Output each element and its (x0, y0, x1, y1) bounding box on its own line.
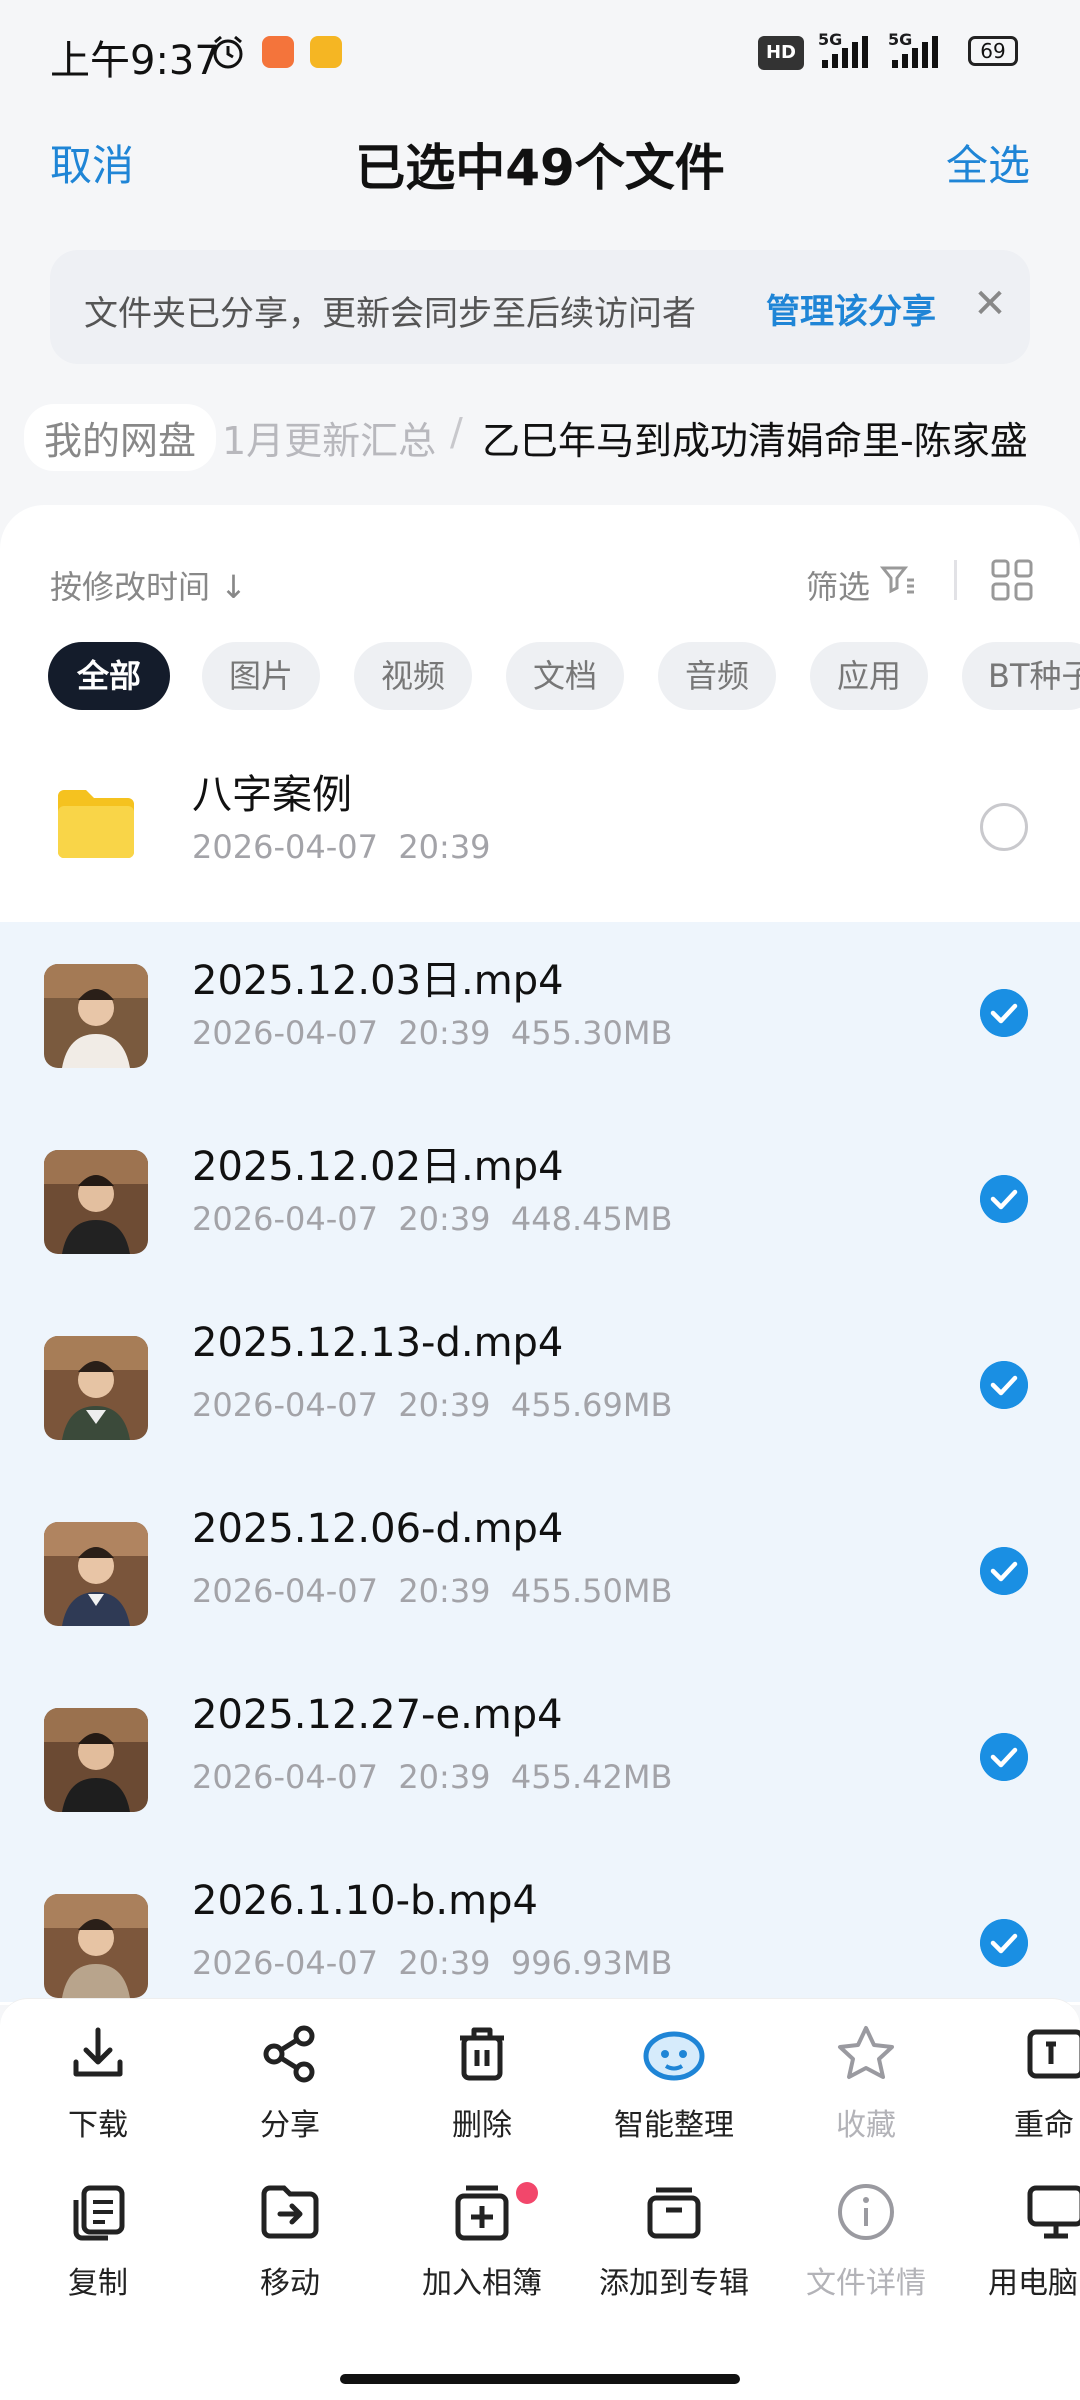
chip-all[interactable]: 全部 (48, 642, 170, 710)
add-album-icon (455, 2185, 509, 2241)
file-meta: 2026-04-07 20:39 455.50MB (192, 1572, 673, 1610)
grid-view-icon[interactable] (990, 558, 1034, 602)
select-all-button[interactable]: 全选 (946, 132, 1030, 193)
file-meta: 2026-04-07 20:39 455.69MB (192, 1386, 673, 1424)
video-thumbnail (44, 964, 148, 1068)
filter-button[interactable]: 筛选 (806, 562, 870, 608)
manage-share-link[interactable]: 管理该分享 (766, 284, 936, 333)
video-thumbnail (44, 1336, 148, 1440)
file-row[interactable]: 2025.12.27-e.mp4 2026-04-07 20:39 455.42… (0, 1666, 1080, 1852)
chip-documents[interactable]: 文档 (506, 642, 624, 710)
filter-icon[interactable] (880, 562, 916, 598)
share-notice-text: 文件夹已分享，更新会同步至后续访问者 (84, 294, 696, 334)
file-row[interactable]: 2025.12.03日.mp4 2026-04-07 20:39 455.30M… (0, 922, 1080, 1108)
file-details-button[interactable]: 文件详情 (786, 2180, 946, 2302)
share-button[interactable]: 分享 (210, 2022, 370, 2144)
share-icon (263, 2025, 315, 2083)
notification-dot (516, 2182, 538, 2204)
status-time: 上午9:37 (50, 38, 220, 84)
open-on-computer-button[interactable]: 用电脑 (978, 2180, 1080, 2302)
status-bar: 上午9:37 HD 5G 5G 69 (0, 0, 1080, 110)
move-button[interactable]: 移动 (210, 2180, 370, 2302)
file-name: 2025.12.06-d.mp4 (192, 1506, 564, 1552)
computer-icon (1027, 2185, 1080, 2239)
breadcrumb-item[interactable]: 1月更新汇总 (222, 410, 436, 465)
file-meta: 2026-04-07 20:39 455.30MB (192, 1014, 673, 1052)
checked-icon[interactable] (980, 989, 1028, 1037)
copy-button[interactable]: 复制 (18, 2180, 178, 2302)
file-name: 八字案例 (192, 772, 352, 818)
app-notification-icon (262, 36, 294, 68)
file-meta: 2026-04-07 20:39 996.93MB (192, 1944, 673, 1982)
video-thumbnail (44, 1522, 148, 1626)
signal-label: 5G (818, 30, 843, 49)
move-icon (261, 2185, 319, 2239)
add-collection-icon (647, 2187, 701, 2239)
download-button[interactable]: 下载 (18, 2022, 178, 2144)
hd-voice-icon: HD (758, 36, 804, 70)
breadcrumb-current: 乙巳年马到成功清娟命里-陈家盛 (482, 419, 1028, 463)
add-to-album-button[interactable]: 加入相簿 (402, 2180, 562, 2302)
file-name: 2025.12.02日.mp4 (192, 1144, 564, 1190)
home-indicator[interactable] (340, 2374, 740, 2384)
checked-icon[interactable] (980, 1919, 1028, 1967)
sort-button[interactable]: 按修改时间 ↓ (50, 562, 247, 608)
chip-apps[interactable]: 应用 (810, 642, 928, 710)
message-notification-icon (310, 36, 342, 68)
file-meta: 2026-04-07 20:39 455.42MB (192, 1758, 673, 1796)
signal-label: 5G (888, 30, 913, 49)
file-name: 2025.12.27-e.mp4 (192, 1692, 563, 1738)
file-meta: 2026-04-07 20:39 (192, 828, 491, 866)
file-name: 2025.12.13-d.mp4 (192, 1320, 564, 1366)
share-notice-banner: 文件夹已分享，更新会同步至后续访问者 管理该分享 ✕ (50, 250, 1030, 364)
cancel-button[interactable]: 取消 (50, 132, 134, 193)
battery-icon: 69 (968, 36, 1018, 66)
checked-icon[interactable] (980, 1733, 1028, 1781)
rename-icon (1027, 2029, 1080, 2079)
file-row[interactable]: 2026.1.10-b.mp4 2026-04-07 20:39 996.93M… (0, 1852, 1080, 2002)
file-name: 2025.12.03日.mp4 (192, 958, 564, 1004)
delete-button[interactable]: 删除 (402, 2022, 562, 2144)
checked-icon[interactable] (980, 1175, 1028, 1223)
select-circle[interactable] (980, 803, 1028, 851)
video-thumbnail (44, 1894, 148, 1998)
checked-icon[interactable] (980, 1547, 1028, 1595)
file-row[interactable]: 2025.12.13-d.mp4 2026-04-07 20:39 455.69… (0, 1294, 1080, 1480)
close-icon[interactable]: ✕ (962, 276, 1018, 332)
add-to-collection-button[interactable]: 添加到专辑 (594, 2180, 754, 2302)
breadcrumb-root[interactable]: 我的网盘 (24, 404, 217, 471)
alarm-icon (213, 35, 243, 69)
chip-images[interactable]: 图片 (202, 642, 320, 710)
file-name: 2026.1.10-b.mp4 (192, 1878, 538, 1924)
file-meta: 2026-04-07 20:39 448.45MB (192, 1200, 673, 1238)
favorite-button[interactable]: 收藏 (786, 2022, 946, 2144)
folder-icon (58, 790, 134, 858)
breadcrumb-separator: / (450, 410, 463, 454)
smart-organize-button[interactable]: 智能整理 (594, 2022, 754, 2144)
trash-icon (460, 2027, 504, 2081)
info-icon (838, 2184, 894, 2240)
file-row[interactable]: 2025.12.06-d.mp4 2026-04-07 20:39 455.50… (0, 1480, 1080, 1666)
chip-videos[interactable]: 视频 (354, 642, 472, 710)
folder-row[interactable]: 八字案例 2026-04-07 20:39 (0, 736, 1080, 922)
download-icon (73, 2027, 123, 2077)
chip-audio[interactable]: 音频 (658, 642, 776, 710)
rename-button[interactable]: 重命 (978, 2022, 1080, 2144)
star-icon (838, 2026, 894, 2079)
toolbar-divider (954, 560, 957, 600)
page-title: 已选中49个文件 (355, 139, 725, 197)
chip-bt[interactable]: BT种子 (962, 642, 1080, 710)
file-row[interactable]: 2025.12.02日.mp4 2026-04-07 20:39 448.45M… (0, 1108, 1080, 1294)
smart-organize-icon (643, 2031, 705, 2081)
copy-icon (73, 2185, 125, 2241)
video-thumbnail (44, 1708, 148, 1812)
checked-icon[interactable] (980, 1361, 1028, 1409)
video-thumbnail (44, 1150, 148, 1254)
